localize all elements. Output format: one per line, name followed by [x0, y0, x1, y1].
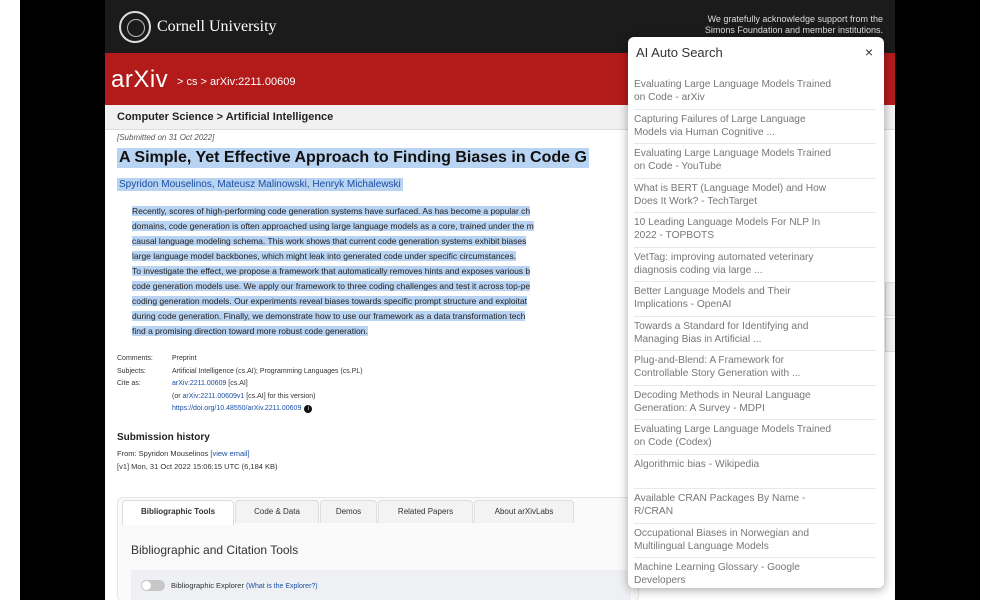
tab-code-data[interactable]: Code & Data	[235, 500, 319, 523]
explorer-help-link[interactable]: (What is the Explorer?)	[246, 583, 318, 590]
abstract-line: coding generation models. Our experiment…	[132, 296, 527, 306]
search-result-item[interactable]: Plug-and-Blend: A Framework for Controlla…	[634, 351, 876, 386]
acknowledgement-text: We gratefully acknowledge support from t…	[704, 14, 883, 35]
abstract-line: domains, code generation is often approa…	[132, 221, 534, 231]
search-result-item[interactable]: Occupational Biases in Norwegian and Mult…	[634, 524, 876, 558]
abstract-line: code generation models use. We apply our…	[132, 281, 531, 291]
paper-title: A Simple, Yet Effective Approach to Find…	[117, 148, 589, 168]
search-result-item[interactable]: Evaluating Large Language Models Trained…	[634, 420, 876, 455]
submission-history-heading: Submission history	[117, 432, 210, 443]
search-result-item[interactable]: VetTag: improving automated veterinary di…	[634, 248, 876, 282]
bibliographic-explorer-row: Bibliographic Explorer (What is the Expl…	[131, 570, 631, 600]
letterbox-right	[895, 0, 980, 600]
search-result-item[interactable]: Evaluating Large Language Models Trained…	[634, 75, 876, 110]
ai-auto-search-popup: AI Auto Search × Evaluating Large Langua…	[628, 37, 884, 588]
explorer-label: Bibliographic Explorer (What is the Expl…	[171, 581, 318, 590]
view-email-link[interactable]: [view email]	[210, 449, 249, 458]
outer-frame-left	[0, 0, 20, 600]
outer-frame-right	[980, 0, 1000, 600]
version-link[interactable]: arXiv:2211.00609v1	[183, 393, 245, 400]
arxiv-logo[interactable]: arXiv	[111, 66, 168, 94]
search-result-item[interactable]: 10 Leading Language Models For NLP In 202…	[634, 213, 876, 248]
paper-metadata: Comments: Preprint Subjects: Artificial In…	[117, 355, 363, 418]
explorer-label-text: Bibliographic Explorer	[171, 581, 247, 590]
comments-label: Comments:	[117, 355, 153, 362]
side-panel-tab[interactable]	[885, 318, 895, 352]
abstract: Recently, scores of high-performing code…	[132, 204, 642, 339]
submitted-date: [Submitted on 31 Oct 2022]	[117, 133, 215, 142]
from-text: From: Spyridon Mouselinos	[117, 449, 211, 458]
abstract-line: find a promising direction toward more r…	[132, 326, 368, 336]
comments-value: Preprint	[172, 355, 197, 362]
abstract-line: To investigate the effect, we propose a …	[132, 266, 531, 276]
tab-about-arxivlabs[interactable]: About arXivLabs	[474, 500, 574, 523]
side-panel-tab[interactable]	[885, 282, 895, 316]
popup-title: AI Auto Search	[636, 45, 723, 60]
search-result-item[interactable]: Algorithmic bias - Wikipedia	[634, 455, 876, 489]
breadcrumb[interactable]: > cs > arXiv:2211.00609	[177, 76, 295, 88]
search-result-item[interactable]: What is BERT (Language Model) and How Doe…	[634, 179, 876, 213]
search-results-list: Evaluating Large Language Models Trained…	[634, 75, 876, 593]
abstract-line: large language model backbones, which mi…	[132, 251, 517, 261]
search-result-item[interactable]: Machine Learning Glossary - Google Develo…	[634, 558, 876, 593]
search-result-item[interactable]: Capturing Failures of Large Language Mode…	[634, 110, 876, 144]
info-icon[interactable]: i	[304, 405, 313, 413]
tab-related-papers[interactable]: Related Papers	[378, 500, 473, 523]
version-prefix: (or	[172, 392, 183, 400]
doi-link[interactable]: https://doi.org/10.48550/arXiv.2211.0060…	[172, 405, 301, 412]
cornell-seal-icon[interactable]	[119, 11, 151, 43]
letterbox-left	[20, 0, 105, 600]
subjects-label: Subjects:	[117, 367, 146, 375]
tools-title: Bibliographic and Citation Tools	[131, 543, 299, 557]
search-result-item[interactable]: Evaluating Large Language Models Trained…	[634, 144, 876, 179]
search-result-item[interactable]: Available CRAN Packages By Name - R/CRAN	[634, 489, 876, 524]
search-result-item[interactable]: Towards a Standard for Identifying and Ma…	[634, 317, 876, 351]
tab-demos[interactable]: Demos	[320, 500, 377, 523]
tab-bibliographic-tools[interactable]: Bibliographic Tools	[122, 500, 234, 525]
search-result-item[interactable]: Decoding Methods in Neural Language Gener…	[634, 386, 876, 420]
version-suffix: [cs.AI] for this version)	[244, 392, 316, 400]
cite-link[interactable]: arXiv:2211.00609	[172, 380, 226, 387]
abstract-line: during code generation. Finally, we demo…	[132, 311, 526, 321]
abstract-line: Recently, scores of high-performing code…	[132, 206, 531, 216]
cite-suffix: [cs.AI]	[226, 380, 248, 387]
close-icon[interactable]: ×	[862, 45, 876, 59]
submission-from: From: Spyridon Mouselinos [view email]	[117, 449, 250, 458]
version-entry: [v1] Mon, 31 Oct 2022 15:06:15 UTC (6,18…	[117, 462, 278, 471]
abstract-line: causal language modeling schema. This wo…	[132, 236, 527, 246]
paper-authors[interactable]: Spyridon Mouselinos, Mateusz Malinowski,…	[117, 178, 403, 191]
cornell-name[interactable]: Cornell University	[157, 18, 277, 36]
explorer-toggle[interactable]	[141, 580, 165, 591]
subjects-value: Artificial Intelligence (cs.AI); Program…	[172, 367, 363, 375]
search-result-item[interactable]: Better Language Models and Their Implicat…	[634, 282, 876, 317]
subject-breadcrumb: Computer Science > Artificial Intelligen…	[117, 111, 334, 123]
cite-label: Cite as:	[117, 380, 141, 387]
